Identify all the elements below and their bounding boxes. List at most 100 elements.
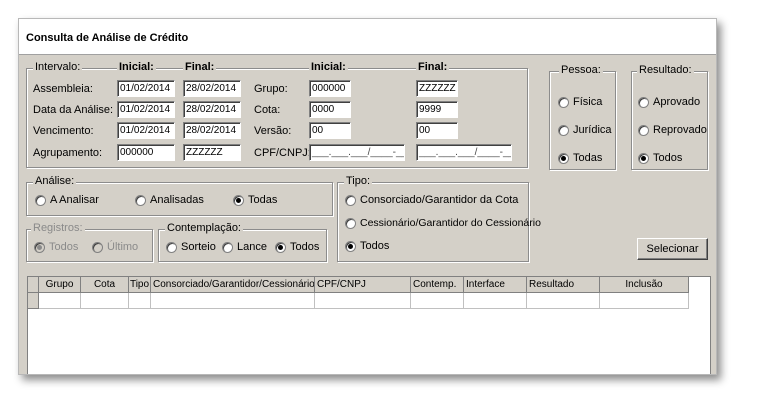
tipo-group: Tipo: Consorciado/Garantidor da Cota Ces… [337, 175, 541, 262]
table-cell[interactable] [527, 293, 600, 309]
col-header-cota[interactable]: Cota [81, 277, 129, 293]
col-header-inclusao[interactable]: Inclusão [600, 277, 689, 293]
table-cell[interactable] [151, 293, 315, 309]
radio-label: Todos [360, 240, 390, 252]
radio-button[interactable] [222, 241, 233, 253]
pessoa-option-fisica[interactable]: Física [558, 96, 602, 108]
vencimento-final-input[interactable]: 28/02/2014 [183, 122, 241, 139]
cpf-cnpj-inicial-input[interactable]: ___.___.___/____-__ [309, 144, 405, 161]
radio-label: Física [573, 96, 603, 108]
table-row[interactable] [28, 293, 710, 309]
tipo-option-cessionario[interactable]: Cessionário/Garantidor do Cessionário [345, 217, 541, 229]
col-header-grupo[interactable]: Grupo [39, 277, 81, 293]
radio-label: Último [107, 241, 139, 253]
radio-label: Consorciado/Garantidor da Cota [360, 194, 519, 206]
pessoa-option-juridica[interactable]: Jurídica [558, 124, 612, 136]
cota-label: Cota: [254, 104, 281, 116]
agrupamento-final-input[interactable]: ZZZZZZ [183, 144, 241, 161]
table-cell[interactable] [81, 293, 129, 309]
radio-label: Todos [290, 241, 320, 253]
cpf-cnpj-label: CPF/CNPJ: [254, 147, 311, 159]
table-cell[interactable] [464, 293, 527, 309]
radio-button-selected[interactable] [638, 152, 649, 164]
data-analise-inicial-input[interactable]: 01/02/2014 [117, 101, 175, 118]
radio-button-selected[interactable] [233, 194, 244, 206]
table-cell[interactable] [600, 293, 689, 309]
pessoa-group-label: Pessoa: [559, 64, 603, 76]
tipo-option-todos[interactable]: Todos [345, 240, 389, 252]
radio-label: Todos [653, 152, 683, 164]
versao-label: Versão: [254, 125, 292, 137]
contemplacao-option-sorteio[interactable]: Sorteio [166, 241, 216, 253]
analise-option-todas[interactable]: Todas [233, 194, 277, 206]
radio-label: Lance [237, 241, 267, 253]
cota-inicial-input[interactable]: 0000 [309, 101, 351, 118]
radio-button-selected[interactable] [275, 241, 286, 253]
tipo-option-consorciado[interactable]: Consorciado/Garantidor da Cota [345, 194, 518, 206]
registros-group-label: Registros: [31, 222, 85, 234]
cpf-cnpj-final-input[interactable]: ___.___.___/____-__ [416, 144, 512, 161]
versao-inicial-input[interactable]: 00 [309, 122, 351, 139]
radio-label: Sorteio [181, 241, 216, 253]
assembleia-label: Assembleia: [33, 83, 93, 95]
cota-final-input[interactable]: 9999 [416, 101, 458, 118]
assembleia-inicial-input[interactable]: 01/02/2014 [117, 80, 175, 97]
radio-button[interactable] [558, 96, 569, 108]
radio-label: Aprovado [653, 96, 701, 108]
resultado-group-label: Resultado: [637, 64, 694, 76]
contemplacao-group: Contemplação: Sorteio Lance Todos [158, 222, 327, 262]
table-cell[interactable] [315, 293, 411, 309]
col-header-contemp[interactable]: Contemp. [411, 277, 464, 293]
resultado-option-todos[interactable]: Todos [638, 152, 682, 164]
radio-label: Cessionário/Garantidor do Cessionário [360, 217, 541, 229]
resultado-option-reprovado[interactable]: Reprovado [638, 124, 707, 136]
selecionar-button[interactable]: Selecionar [637, 238, 708, 260]
grupo-final-header: Final: [416, 61, 450, 73]
grupo-final-input[interactable]: ZZZZZZ [416, 80, 458, 97]
radio-button[interactable] [35, 194, 46, 206]
radio-label: Todas [573, 152, 603, 164]
radio-button[interactable] [166, 241, 177, 253]
radio-button[interactable] [135, 194, 146, 206]
pessoa-option-todas[interactable]: Todas [558, 152, 602, 164]
grupo-inicial-input[interactable]: 000000 [309, 80, 351, 97]
contemplacao-option-lance[interactable]: Lance [222, 241, 267, 253]
col-header-consorciado[interactable]: Consorciado/Garantidor/Cessionário [151, 277, 315, 293]
col-header-interface[interactable]: Interface [464, 277, 527, 293]
radio-button-selected[interactable] [558, 152, 569, 164]
agrupamento-inicial-input[interactable]: 000000 [117, 144, 175, 161]
analise-option-a-analisar[interactable]: A Analisar [35, 194, 99, 206]
col-header-resultado[interactable]: Resultado [527, 277, 600, 293]
data-analise-final-input[interactable]: 28/02/2014 [183, 101, 241, 118]
table-cell[interactable] [411, 293, 464, 309]
col-header-tipo[interactable]: Tipo [129, 277, 151, 293]
tipo-group-label: Tipo: [344, 175, 373, 187]
radio-button-selected [34, 241, 45, 253]
resultado-option-aprovado[interactable]: Aprovado [638, 96, 700, 108]
radio-label: A Analisar [50, 194, 99, 206]
results-grid[interactable]: Grupo Cota Tipo Consorciado/Garantidor/C… [27, 276, 711, 374]
vencimento-inicial-input[interactable]: 01/02/2014 [117, 122, 175, 139]
col-header-cpf-cnpj[interactable]: CPF/CNPJ [315, 277, 411, 293]
radio-button[interactable] [345, 194, 356, 206]
radio-button[interactable] [638, 96, 649, 108]
table-cell[interactable] [39, 293, 81, 309]
radio-button[interactable] [558, 124, 569, 136]
registros-option-todos: Todos [34, 241, 78, 253]
versao-final-input[interactable]: 00 [416, 122, 458, 139]
assembleia-final-input[interactable]: 28/02/2014 [183, 80, 241, 97]
radio-button[interactable] [638, 124, 649, 136]
analise-option-analisadas[interactable]: Analisadas [135, 194, 204, 206]
window-title: Consulta de Análise de Crédito [26, 32, 189, 44]
agrupamento-label: Agrupamento: [33, 147, 103, 159]
radio-button[interactable] [345, 217, 356, 229]
title-bar: Consulta de Análise de Crédito [19, 19, 716, 55]
row-indicator[interactable] [28, 293, 39, 309]
intervalo-final-header: Final: [183, 61, 217, 73]
intervalo-group-label: Intervalo: [33, 61, 83, 73]
contemplacao-option-todos[interactable]: Todos [275, 241, 319, 253]
radio-button-selected[interactable] [345, 240, 356, 252]
table-cell[interactable] [129, 293, 151, 309]
grid-header: Grupo Cota Tipo Consorciado/Garantidor/C… [28, 277, 710, 293]
radio-label: Analisadas [150, 194, 204, 206]
